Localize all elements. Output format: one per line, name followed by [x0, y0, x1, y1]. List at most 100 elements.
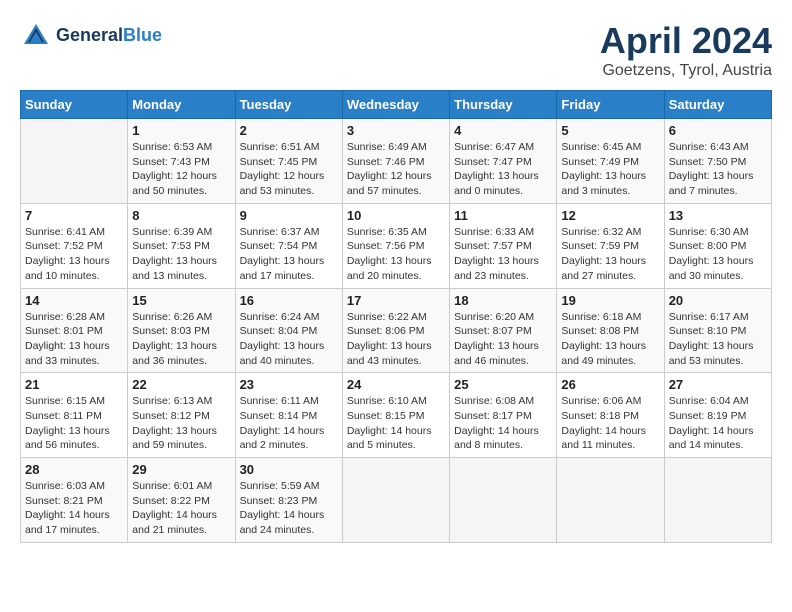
- calendar-cell: 21 Sunrise: 6:15 AM Sunset: 8:11 PM Dayli…: [21, 373, 128, 458]
- calendar-cell: 11 Sunrise: 6:33 AM Sunset: 7:57 PM Dayli…: [450, 203, 557, 288]
- weekday-header-tuesday: Tuesday: [235, 91, 342, 119]
- calendar-week-5: 28Sunrise: 6:03 AM Sunset: 8:21 PM Dayli…: [21, 458, 772, 543]
- calendar-cell: 3 Sunrise: 6:49 AM Sunset: 7:46 PM Daylig…: [342, 119, 449, 204]
- day-info: Sunrise: 6:28 AM Sunset: 8:01 PM Dayligh…: [25, 310, 123, 369]
- calendar-cell: 26 Sunrise: 6:06 AM Sunset: 8:18 PM Dayli…: [557, 373, 664, 458]
- day-info: Sunrise: 6:04 AM Sunset: 8:19 PM Dayligh…: [669, 394, 767, 453]
- calendar-week-2: 7 Sunrise: 6:41 AM Sunset: 7:52 PM Daylig…: [21, 203, 772, 288]
- calendar-cell: 6Sunrise: 6:43 AM Sunset: 7:50 PM Daylig…: [664, 119, 771, 204]
- day-info: Sunrise: 6:26 AM Sunset: 8:03 PM Dayligh…: [132, 310, 230, 369]
- day-number: 10: [347, 208, 445, 223]
- calendar-cell: 19Sunrise: 6:18 AM Sunset: 8:08 PM Dayli…: [557, 288, 664, 373]
- weekday-header-monday: Monday: [128, 91, 235, 119]
- day-info: Sunrise: 6:35 AM Sunset: 7:56 PM Dayligh…: [347, 225, 445, 284]
- calendar-table: SundayMondayTuesdayWednesdayThursdayFrid…: [20, 90, 772, 543]
- day-number: 8: [132, 208, 230, 223]
- day-info: Sunrise: 6:01 AM Sunset: 8:22 PM Dayligh…: [132, 479, 230, 538]
- weekday-header-wednesday: Wednesday: [342, 91, 449, 119]
- day-number: 1: [132, 123, 230, 138]
- calendar-body: 1 Sunrise: 6:53 AM Sunset: 7:43 PM Daylig…: [21, 119, 772, 543]
- day-info: Sunrise: 6:06 AM Sunset: 8:18 PM Dayligh…: [561, 394, 659, 453]
- day-info: Sunrise: 6:45 AM Sunset: 7:49 PM Dayligh…: [561, 140, 659, 199]
- day-info: Sunrise: 6:15 AM Sunset: 8:11 PM Dayligh…: [25, 394, 123, 453]
- weekday-header-friday: Friday: [557, 91, 664, 119]
- calendar-cell: [557, 458, 664, 543]
- day-number: 3: [347, 123, 445, 138]
- weekday-header-sunday: Sunday: [21, 91, 128, 119]
- day-number: 22: [132, 377, 230, 392]
- logo-text-line1: GeneralBlue: [56, 26, 162, 46]
- day-number: 17: [347, 293, 445, 308]
- location: Goetzens, Tyrol, Austria: [600, 62, 772, 80]
- calendar-cell: [450, 458, 557, 543]
- day-info: Sunrise: 6:53 AM Sunset: 7:43 PM Dayligh…: [132, 140, 230, 199]
- day-number: 25: [454, 377, 552, 392]
- calendar-cell: 5Sunrise: 6:45 AM Sunset: 7:49 PM Daylig…: [557, 119, 664, 204]
- day-number: 9: [240, 208, 338, 223]
- calendar-cell: 15 Sunrise: 6:26 AM Sunset: 8:03 PM Dayli…: [128, 288, 235, 373]
- calendar-header-row: SundayMondayTuesdayWednesdayThursdayFrid…: [21, 91, 772, 119]
- calendar-cell: 13 Sunrise: 6:30 AM Sunset: 8:00 PM Dayli…: [664, 203, 771, 288]
- day-info: Sunrise: 6:10 AM Sunset: 8:15 PM Dayligh…: [347, 394, 445, 453]
- day-info: Sunrise: 6:22 AM Sunset: 8:06 PM Dayligh…: [347, 310, 445, 369]
- day-info: Sunrise: 6:17 AM Sunset: 8:10 PM Dayligh…: [669, 310, 767, 369]
- day-info: Sunrise: 6:11 AM Sunset: 8:14 PM Dayligh…: [240, 394, 338, 453]
- day-number: 7: [25, 208, 123, 223]
- calendar-cell: 9 Sunrise: 6:37 AM Sunset: 7:54 PM Daylig…: [235, 203, 342, 288]
- calendar-cell: 14Sunrise: 6:28 AM Sunset: 8:01 PM Dayli…: [21, 288, 128, 373]
- calendar-week-1: 1 Sunrise: 6:53 AM Sunset: 7:43 PM Daylig…: [21, 119, 772, 204]
- calendar-cell: 1 Sunrise: 6:53 AM Sunset: 7:43 PM Daylig…: [128, 119, 235, 204]
- day-number: 2: [240, 123, 338, 138]
- day-number: 23: [240, 377, 338, 392]
- day-info: Sunrise: 5:59 AM Sunset: 8:23 PM Dayligh…: [240, 479, 338, 538]
- weekday-header-saturday: Saturday: [664, 91, 771, 119]
- day-info: Sunrise: 6:51 AM Sunset: 7:45 PM Dayligh…: [240, 140, 338, 199]
- calendar-cell: 25Sunrise: 6:08 AM Sunset: 8:17 PM Dayli…: [450, 373, 557, 458]
- day-info: Sunrise: 6:03 AM Sunset: 8:21 PM Dayligh…: [25, 479, 123, 538]
- day-number: 20: [669, 293, 767, 308]
- day-info: Sunrise: 6:30 AM Sunset: 8:00 PM Dayligh…: [669, 225, 767, 284]
- day-info: Sunrise: 6:39 AM Sunset: 7:53 PM Dayligh…: [132, 225, 230, 284]
- calendar-cell: 28Sunrise: 6:03 AM Sunset: 8:21 PM Dayli…: [21, 458, 128, 543]
- day-number: 19: [561, 293, 659, 308]
- logo: GeneralBlue: [20, 20, 162, 52]
- calendar-cell: 18 Sunrise: 6:20 AM Sunset: 8:07 PM Dayli…: [450, 288, 557, 373]
- calendar-cell: 17 Sunrise: 6:22 AM Sunset: 8:06 PM Dayli…: [342, 288, 449, 373]
- day-number: 13: [669, 208, 767, 223]
- day-info: Sunrise: 6:37 AM Sunset: 7:54 PM Dayligh…: [240, 225, 338, 284]
- day-number: 18: [454, 293, 552, 308]
- day-number: 21: [25, 377, 123, 392]
- calendar-cell: 10 Sunrise: 6:35 AM Sunset: 7:56 PM Dayli…: [342, 203, 449, 288]
- calendar-cell: 2 Sunrise: 6:51 AM Sunset: 7:45 PM Daylig…: [235, 119, 342, 204]
- calendar-cell: 12 Sunrise: 6:32 AM Sunset: 7:59 PM Dayli…: [557, 203, 664, 288]
- calendar-cell: 23 Sunrise: 6:11 AM Sunset: 8:14 PM Dayli…: [235, 373, 342, 458]
- day-number: 24: [347, 377, 445, 392]
- calendar-cell: 7 Sunrise: 6:41 AM Sunset: 7:52 PM Daylig…: [21, 203, 128, 288]
- day-info: Sunrise: 6:32 AM Sunset: 7:59 PM Dayligh…: [561, 225, 659, 284]
- calendar-cell: [21, 119, 128, 204]
- day-info: Sunrise: 6:33 AM Sunset: 7:57 PM Dayligh…: [454, 225, 552, 284]
- day-number: 27: [669, 377, 767, 392]
- calendar-cell: 27 Sunrise: 6:04 AM Sunset: 8:19 PM Dayli…: [664, 373, 771, 458]
- day-info: Sunrise: 6:24 AM Sunset: 8:04 PM Dayligh…: [240, 310, 338, 369]
- day-info: Sunrise: 6:20 AM Sunset: 8:07 PM Dayligh…: [454, 310, 552, 369]
- day-number: 4: [454, 123, 552, 138]
- day-number: 11: [454, 208, 552, 223]
- calendar-cell: 4Sunrise: 6:47 AM Sunset: 7:47 PM Daylig…: [450, 119, 557, 204]
- day-number: 26: [561, 377, 659, 392]
- day-number: 12: [561, 208, 659, 223]
- calendar-cell: 30Sunrise: 5:59 AM Sunset: 8:23 PM Dayli…: [235, 458, 342, 543]
- day-info: Sunrise: 6:43 AM Sunset: 7:50 PM Dayligh…: [669, 140, 767, 199]
- day-number: 15: [132, 293, 230, 308]
- day-info: Sunrise: 6:41 AM Sunset: 7:52 PM Dayligh…: [25, 225, 123, 284]
- calendar-cell: 16Sunrise: 6:24 AM Sunset: 8:04 PM Dayli…: [235, 288, 342, 373]
- calendar-week-4: 21 Sunrise: 6:15 AM Sunset: 8:11 PM Dayli…: [21, 373, 772, 458]
- calendar-cell: 20 Sunrise: 6:17 AM Sunset: 8:10 PM Dayli…: [664, 288, 771, 373]
- title-block: April 2024 Goetzens, Tyrol, Austria: [600, 20, 772, 80]
- calendar-cell: 22Sunrise: 6:13 AM Sunset: 8:12 PM Dayli…: [128, 373, 235, 458]
- calendar-cell: [342, 458, 449, 543]
- day-info: Sunrise: 6:49 AM Sunset: 7:46 PM Dayligh…: [347, 140, 445, 199]
- month-title: April 2024: [600, 20, 772, 62]
- calendar-cell: [664, 458, 771, 543]
- weekday-header-thursday: Thursday: [450, 91, 557, 119]
